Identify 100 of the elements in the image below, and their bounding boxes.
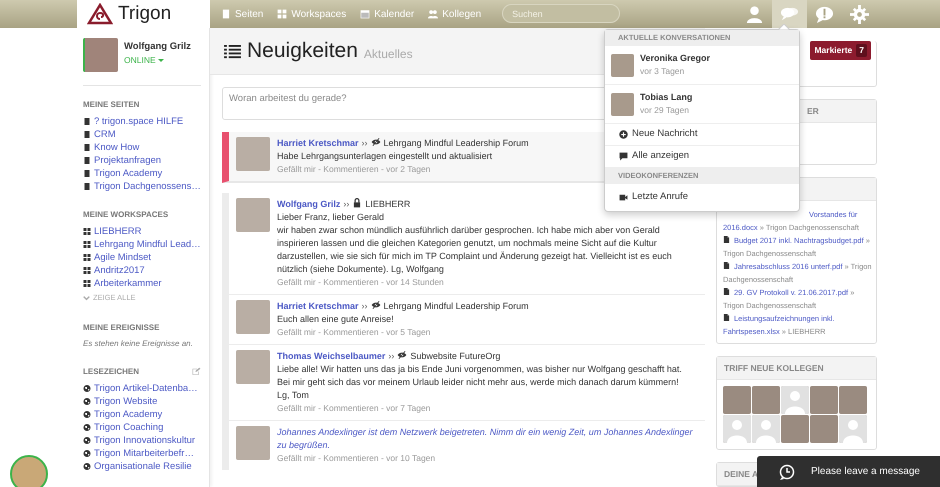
photo-placeholder[interactable] xyxy=(839,386,867,414)
sidebar-link[interactable]: Arbeiterkammer xyxy=(83,277,201,290)
sidebar-link[interactable]: Trigon Academy xyxy=(83,408,201,421)
globe-icon xyxy=(83,396,91,406)
avatar-silhouette-icon[interactable] xyxy=(839,415,867,443)
post-text: Lg, Tom xyxy=(277,389,310,402)
toolbar-button[interactable] xyxy=(772,0,807,28)
file-icon xyxy=(723,313,730,322)
dropdown-item[interactable]: Letzte Anrufe xyxy=(605,184,799,211)
file-icon xyxy=(723,235,730,244)
globe-icon xyxy=(83,410,91,419)
section-heading: MEINE EREIGNISSE xyxy=(83,322,160,334)
target-link[interactable]: Subwebsite FutureOrg xyxy=(410,351,500,361)
page-title: Neuigkeiten xyxy=(247,38,358,64)
meta-separator: - xyxy=(317,164,322,174)
file-icon xyxy=(723,261,730,270)
post-time: - vor 14 Stunden xyxy=(380,277,444,287)
breadcrumb-separator: ›› xyxy=(362,138,368,148)
photo-placeholder[interactable] xyxy=(781,415,809,443)
avatar-silhouette-icon[interactable] xyxy=(781,386,809,414)
section-heading: MEINE SEITEN xyxy=(83,99,140,111)
grid-icon xyxy=(277,9,288,19)
user-icon xyxy=(745,4,764,24)
search-field[interactable]: Suchen xyxy=(502,4,620,23)
sidebar-link[interactable]: Agile Mindset xyxy=(83,251,201,264)
section-heading: LESEZEICHEN xyxy=(83,366,140,378)
author-link[interactable]: Thomas Weichselbaumer xyxy=(277,351,386,361)
meta-separator: - xyxy=(317,277,322,287)
grid-icon xyxy=(83,279,91,288)
page-subtitle: Aktuelles xyxy=(364,46,413,63)
post-time: - vor 10 Tagen xyxy=(380,453,436,463)
author-link[interactable]: Harriet Kretschmar xyxy=(277,301,359,311)
post-text: Euch allen eine gute Anreise! xyxy=(277,313,395,326)
chevron-icon xyxy=(83,294,90,301)
conversation-item[interactable]: Veronika Gregor vor 3 Tagen xyxy=(605,46,799,85)
dropdown-item[interactable]: Neue Nachricht xyxy=(605,124,799,146)
sidebar-link[interactable]: Projektanfragen xyxy=(83,154,201,167)
video-camera-icon xyxy=(619,193,628,202)
photo-placeholder[interactable] xyxy=(810,415,838,443)
meta-separator: - xyxy=(317,453,322,463)
join-message: Johannes Andexlinger ist dem Netzwerk beigetreten. Nimm dir ein wenig Zeit, um Johannes Andexlinger zu begrüßen. xyxy=(277,426,694,452)
sidebar-link[interactable]: CRM xyxy=(83,128,201,141)
sidebar-link[interactable]: Trigon Coaching xyxy=(83,420,201,434)
author-link[interactable]: Harriet Kretschmar xyxy=(277,138,359,148)
breadcrumb-separator: ›› xyxy=(362,301,368,311)
sidebar-link[interactable]: LIEBHERR xyxy=(83,225,201,238)
post-time: - vor 5 Tagen xyxy=(380,327,430,337)
sidebar-link[interactable]: Lehrgang Mindful Lead… xyxy=(83,238,201,251)
globe-icon xyxy=(83,436,91,445)
caret-icon xyxy=(158,59,164,62)
photo-placeholder xyxy=(611,54,634,76)
photo-placeholder[interactable] xyxy=(723,386,751,414)
avatar-silhouette-icon[interactable] xyxy=(723,415,751,443)
sidebar-link[interactable]: Organisationale Resilie xyxy=(83,460,201,473)
photo-placeholder[interactable] xyxy=(810,386,838,414)
sidebar-link[interactable]: Trigon Dachgenossens… xyxy=(83,180,201,193)
sidebar-link[interactable]: Trigon Mitarbeiterbefr… xyxy=(83,446,201,460)
photo-placeholder xyxy=(83,38,118,72)
conversation-item[interactable]: Tobias Lang vor 29 Tagen xyxy=(605,85,799,124)
meta-separator: - xyxy=(317,403,322,413)
author-link[interactable]: Wolfgang Grilz xyxy=(277,199,340,209)
flagged-button[interactable]: Markierte 7 xyxy=(810,41,871,60)
post-text: Liebe alle! Wir hatten uns das ja bis Ende Juni vorgenommen, was bisher nur Wolfgang geschafft hat. Bei mir geht sich das vor meinem Urlaub leider nicht mehr aus, werde mich danach darum kümmern! xyxy=(277,363,683,389)
photo-placeholder xyxy=(236,198,270,232)
target-link[interactable]: Lehrgang Mindful Leadership Forum xyxy=(384,301,529,311)
contact-name: Tobias Lang xyxy=(640,90,692,104)
globe-icon xyxy=(83,462,91,471)
sidebar-link[interactable]: Trigon Innovationskultur xyxy=(83,434,201,447)
section-heading: MEINE WORKSPACES xyxy=(83,209,168,221)
file-icon xyxy=(723,287,730,296)
avatar-silhouette-icon[interactable] xyxy=(752,415,780,443)
photo-placeholder xyxy=(236,426,270,460)
target-link[interactable]: Lehrgang Mindful Leadership Forum xyxy=(384,138,529,148)
sidebar-link[interactable]: Trigon Website xyxy=(83,394,201,408)
calendar-icon xyxy=(360,9,370,19)
sidebar-link[interactable]: Know How xyxy=(83,141,201,154)
conversation-time: vor 29 Tagen xyxy=(640,104,690,118)
photo-placeholder[interactable] xyxy=(752,386,780,414)
target-link[interactable]: LIEBHERR xyxy=(365,199,410,209)
contact-name: Veronika Gregor xyxy=(640,52,710,65)
breadcrumb-separator: ›› xyxy=(388,351,394,361)
sidebar-link[interactable]: ? trigon.space HILFE xyxy=(83,115,201,128)
globe-icon xyxy=(83,422,91,432)
chat-widget-button[interactable]: Please leave a message xyxy=(757,456,940,487)
sidebar-link[interactable]: Trigon Artikel-Datenba… xyxy=(83,382,201,395)
grid-icon xyxy=(83,240,91,249)
globe-icon xyxy=(83,448,91,458)
comment-icon xyxy=(619,152,628,161)
count-badge: 7 xyxy=(856,44,867,57)
plus-circle-icon xyxy=(619,130,628,139)
meta-separator: - xyxy=(317,327,322,337)
sidebar-link[interactable]: Trigon Academy xyxy=(83,167,201,180)
photo-placeholder xyxy=(236,300,270,334)
alert-bubble-icon xyxy=(815,4,834,24)
edit-icon[interactable] xyxy=(192,367,201,376)
user-name: Wolfgang Grilz xyxy=(124,40,191,54)
avatar-bubble[interactable] xyxy=(10,455,48,487)
card-heading: TRIFF NEUE KOLLEGEN xyxy=(724,362,824,374)
post-time: - vor 2 Tagen xyxy=(380,164,430,174)
sidebar-link[interactable]: Andritz2017 xyxy=(83,264,201,277)
